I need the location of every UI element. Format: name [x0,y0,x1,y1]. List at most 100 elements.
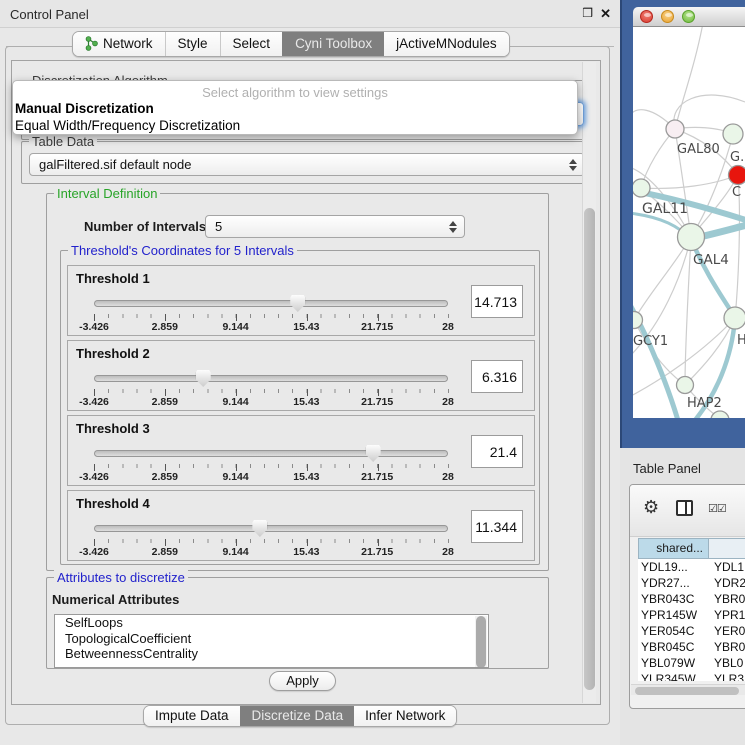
node-h[interactable] [724,307,745,329]
table-row[interactable]: YDR27...YDR2 [638,575,745,591]
cell-name[interactable]: YBR0 [710,591,745,607]
table-horizontal-scrollbar[interactable] [631,684,745,695]
tab-style[interactable]: Style [165,32,220,56]
panel-vertical-scrollbar[interactable] [582,62,596,703]
cell-name[interactable]: YER0 [710,623,745,639]
cell-shared-name[interactable]: YBR045C [638,639,710,655]
node-gal80[interactable] [666,120,684,138]
list-scrollbar[interactable] [475,616,487,668]
select-columns-icon[interactable]: ☑☑ [708,502,726,515]
popup-option-manual-discretization[interactable]: Manual Discretization [15,101,154,116]
table-scrollbar-thumb[interactable] [635,687,739,695]
table-data-combobox[interactable]: galFiltered.sif default node [29,153,585,176]
columns-icon[interactable] [676,500,693,516]
list-item[interactable]: SelfLoops [55,615,488,631]
slider-thumb[interactable] [252,520,267,537]
table-row[interactable]: YBL079WYBL0 [638,655,745,671]
column-header-shared-name[interactable]: shared... [638,538,709,559]
table-row[interactable]: YBR045CYBR0 [638,639,745,655]
slider-track[interactable] [94,525,448,532]
cell-name[interactable]: YPR1 [710,607,745,623]
cell-name[interactable]: YLR3 [710,671,744,681]
list-scrollbar-thumb[interactable] [476,616,486,668]
node-gal11[interactable] [633,179,650,197]
table-row[interactable]: YBR043CYBR0 [638,591,745,607]
minimize-traffic-light[interactable] [661,10,674,23]
tick-label: -3.426 [79,396,109,408]
slider-track[interactable] [94,450,448,457]
slider-thumb[interactable] [196,370,211,387]
slider-track[interactable] [94,375,448,382]
tick-label: 15.43 [293,546,319,558]
tab-cyni-toolbox[interactable]: Cyni Toolbox [282,32,384,56]
float-window-icon[interactable]: ❒ [582,6,593,20]
gear-icon[interactable]: ⚙ [643,498,659,516]
panel-scrollbar-thumb[interactable] [584,208,595,690]
cell-shared-name[interactable]: YBL079W [638,655,710,671]
tick-label: 2.859 [152,396,178,408]
zoom-traffic-light[interactable] [682,10,695,23]
tab-network[interactable]: Network [73,32,165,56]
threshold-panel: Threshold 4 -3.426 2.859 9.144 15.43 21.… [67,490,535,561]
threshold-value-field[interactable] [471,510,523,543]
number-of-intervals-combobox[interactable]: 5 [205,215,465,238]
threshold-value-field[interactable] [471,435,523,468]
cell-shared-name[interactable]: YBR043C [638,591,710,607]
cell-shared-name[interactable]: YER054C [638,623,710,639]
tick-labels: -3.426 2.859 9.144 15.43 21.715 28 [94,396,448,408]
table-row[interactable]: YDL19...YDL1 [638,559,745,575]
slider-track[interactable] [94,300,448,307]
table-row[interactable]: YLR345WYLR3 [638,671,745,681]
node-green-top[interactable] [723,124,743,144]
cell-shared-name[interactable]: YLR345W [638,671,710,681]
tab-cyni-toolbox-label: Cyni Toolbox [295,36,372,51]
table-row[interactable]: YPR145WYPR1 [638,607,745,623]
node-label-gal11: GAL11 [642,201,688,217]
node-red[interactable] [729,166,745,185]
cell-name[interactable]: YDL1 [710,559,744,575]
close-icon[interactable]: ✕ [600,6,611,22]
combo-arrows-icon [569,159,577,171]
numerical-attributes-list[interactable]: SelfLoops TopologicalCoefficient Between… [54,614,489,668]
node-hap2[interactable] [677,377,694,394]
control-panel-titlebar: Control Panel ❒ ✕ [0,0,620,28]
threshold-slider[interactable] [94,294,448,312]
tab-discretize-data[interactable]: Discretize Data [240,706,355,726]
threshold-value-field[interactable] [471,285,523,318]
popup-option-equal-width[interactable]: Equal Width/Frequency Discretization [15,118,240,133]
tab-jactivemnodules[interactable]: jActiveMNodules [384,32,509,56]
table-row[interactable]: YER054CYER0 [638,623,745,639]
list-item[interactable]: TopologicalCoefficient [55,631,488,647]
tab-infer-network[interactable]: Infer Network [354,706,456,726]
slider-thumb[interactable] [290,295,305,312]
tab-impute-data[interactable]: Impute Data [144,706,240,726]
tab-select[interactable]: Select [220,32,283,56]
list-item[interactable]: BetweennessCentrality [55,646,488,662]
cell-name[interactable]: YBL0 [710,655,743,671]
threshold-value-field[interactable] [471,360,523,393]
node-gal4[interactable] [678,224,705,251]
slider-thumb[interactable] [366,445,381,462]
numerical-attributes-label: Numerical Attributes [52,592,179,607]
close-traffic-light[interactable] [640,10,653,23]
tick-label: -3.426 [79,546,109,558]
node-bottom[interactable] [711,411,729,418]
threshold-slider[interactable] [94,519,448,537]
cell-shared-name[interactable]: YDR27... [638,575,710,591]
cyni-scroll-viewport: Discretization Algorithm Table Data galF… [11,60,601,705]
cell-shared-name[interactable]: YPR145W [638,607,710,623]
cell-shared-name[interactable]: YDL19... [638,559,710,575]
cell-name[interactable]: YDR2 [710,575,745,591]
node-label-h: H [737,333,745,348]
cell-name[interactable]: YBR0 [710,639,745,655]
network-canvas[interactable]: GAL80 G. C GAL11 GAL4 GCY1 H HAP2 [633,27,745,418]
threshold-slider[interactable] [94,444,448,462]
apply-button[interactable]: Apply [269,671,336,691]
tick-label: 28 [442,471,454,483]
network-window-titlebar[interactable] [633,7,745,27]
tab-network-label: Network [103,36,153,51]
cyni-mode-tabbar: Impute Data Discretize Data Infer Networ… [143,705,457,727]
tick-label: 9.144 [222,546,248,558]
threshold-slider[interactable] [94,369,448,387]
column-header-name[interactable]: na [709,538,745,559]
